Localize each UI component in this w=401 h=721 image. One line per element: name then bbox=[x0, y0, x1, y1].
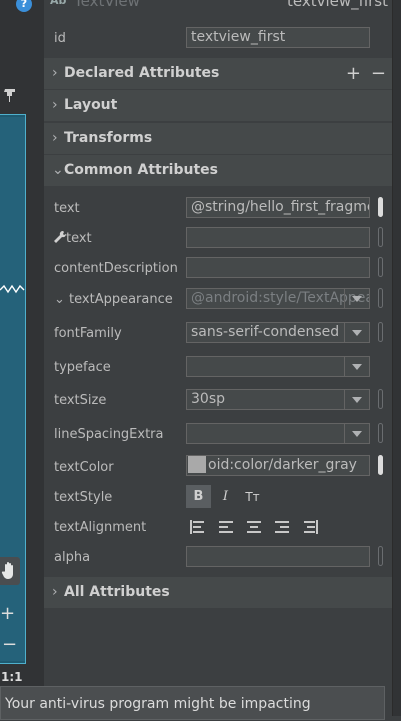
id-field[interactable]: textview_first bbox=[186, 27, 370, 48]
section-layout[interactable]: › Layout bbox=[44, 90, 392, 121]
text-alignment-label: textAlignment bbox=[54, 520, 147, 535]
right-scroll-gutter[interactable] bbox=[392, 0, 401, 716]
section-all-attributes[interactable]: › All Attributes bbox=[44, 577, 392, 608]
textview-badge-icon: Ab bbox=[50, 0, 67, 7]
design-surface-strip: ? + − 1:1 bbox=[0, 0, 44, 716]
text-alignment-toggle-group bbox=[186, 516, 322, 538]
remove-attribute-button[interactable]: − bbox=[371, 63, 386, 84]
text-style-toggle-group: B I Tт bbox=[186, 485, 265, 508]
font-family-label: fontFamily bbox=[54, 326, 122, 341]
attributes-panel: Ab TextView textview_first id textview_f… bbox=[44, 0, 392, 716]
id-label: id bbox=[54, 31, 66, 46]
text-color-label: textColor bbox=[54, 460, 114, 475]
text-size-label: textSize bbox=[54, 393, 107, 408]
tools-text-label: text bbox=[54, 230, 92, 246]
section-declared-attributes[interactable]: › Declared Attributes + − bbox=[44, 58, 392, 89]
text-field[interactable]: @string/hello_first_fragment bbox=[186, 197, 370, 218]
section-transforms[interactable]: › Transforms bbox=[44, 123, 392, 154]
align-left-icon[interactable] bbox=[214, 516, 238, 538]
line-spacing-extra-dropdown[interactable] bbox=[186, 423, 370, 444]
text-label: text bbox=[54, 201, 80, 216]
zoom-out-button[interactable]: − bbox=[2, 634, 17, 655]
all-caps-toggle[interactable]: Tт bbox=[240, 485, 265, 508]
zoom-ratio-label[interactable]: 1:1 bbox=[1, 670, 23, 684]
line-spacing-extra-resource-picker[interactable] bbox=[378, 423, 383, 443]
text-color-resource-picker[interactable] bbox=[378, 455, 383, 475]
chevron-down-icon[interactable]: ⌄ bbox=[54, 292, 69, 307]
wrench-icon bbox=[54, 230, 67, 243]
dropdown-arrow-icon[interactable] bbox=[344, 289, 369, 308]
text-style-label: textStyle bbox=[54, 490, 113, 505]
content-description-resource-picker[interactable] bbox=[378, 257, 383, 277]
text-size-dropdown[interactable]: 30sp bbox=[186, 389, 370, 410]
hand-icon bbox=[1, 562, 14, 579]
pan-hand-button[interactable] bbox=[0, 557, 20, 585]
dropdown-arrow-icon[interactable] bbox=[344, 357, 369, 376]
align-text-end-icon[interactable] bbox=[298, 516, 322, 538]
color-swatch[interactable] bbox=[188, 456, 206, 473]
content-description-field[interactable] bbox=[186, 257, 370, 278]
chevron-right-icon: › bbox=[52, 97, 58, 113]
align-text-start-icon[interactable] bbox=[186, 516, 210, 538]
component-id-label: textview_first bbox=[287, 0, 388, 10]
bold-toggle[interactable]: B bbox=[186, 485, 211, 508]
italic-toggle[interactable]: I bbox=[213, 485, 238, 508]
add-attribute-button[interactable]: + bbox=[346, 63, 361, 84]
constraint-squiggle-icon bbox=[0, 284, 25, 294]
chevron-right-icon: › bbox=[52, 130, 58, 146]
text-resource-picker[interactable] bbox=[378, 197, 383, 217]
align-right-icon[interactable] bbox=[270, 516, 294, 538]
tools-text-field[interactable] bbox=[186, 227, 370, 248]
typeface-dropdown[interactable] bbox=[186, 356, 370, 377]
help-icon[interactable]: ? bbox=[16, 0, 32, 12]
text-appearance-dropdown[interactable]: @android:style/TextAppearance bbox=[186, 288, 370, 309]
component-type-label: TextView bbox=[74, 0, 140, 10]
alpha-label: alpha bbox=[54, 550, 91, 565]
dropdown-arrow-icon[interactable] bbox=[344, 424, 369, 443]
chevron-down-icon: ⌄ bbox=[52, 162, 64, 178]
text-appearance-resource-picker[interactable] bbox=[378, 288, 383, 308]
typeface-label: typeface bbox=[54, 360, 111, 375]
text-appearance-label: ⌄ textAppearance bbox=[54, 292, 173, 307]
notification-toast[interactable]: Your anti-virus program might be impacti… bbox=[0, 686, 385, 720]
alpha-field[interactable] bbox=[186, 546, 370, 567]
dropdown-arrow-icon[interactable] bbox=[344, 390, 369, 409]
text-size-resource-picker[interactable] bbox=[378, 389, 383, 409]
section-common-attributes[interactable]: ⌄Common Attributes bbox=[44, 155, 392, 186]
alpha-resource-picker[interactable] bbox=[378, 546, 383, 566]
content-description-label: contentDescription bbox=[54, 261, 178, 276]
align-center-icon[interactable] bbox=[242, 516, 266, 538]
font-family-resource-picker[interactable] bbox=[378, 322, 383, 342]
line-spacing-extra-label: lineSpacingExtra bbox=[54, 427, 164, 442]
dropdown-arrow-icon[interactable] bbox=[344, 323, 369, 342]
zoom-in-button[interactable]: + bbox=[0, 603, 15, 624]
font-family-dropdown[interactable]: sans-serif-condensed bbox=[186, 322, 370, 343]
chevron-right-icon: › bbox=[52, 584, 58, 600]
tools-text-resource-picker[interactable] bbox=[378, 227, 383, 247]
chevron-right-icon: › bbox=[52, 65, 58, 81]
pin-icon[interactable] bbox=[4, 87, 16, 103]
text-color-field[interactable]: oid:color/darker_gray bbox=[186, 455, 370, 476]
